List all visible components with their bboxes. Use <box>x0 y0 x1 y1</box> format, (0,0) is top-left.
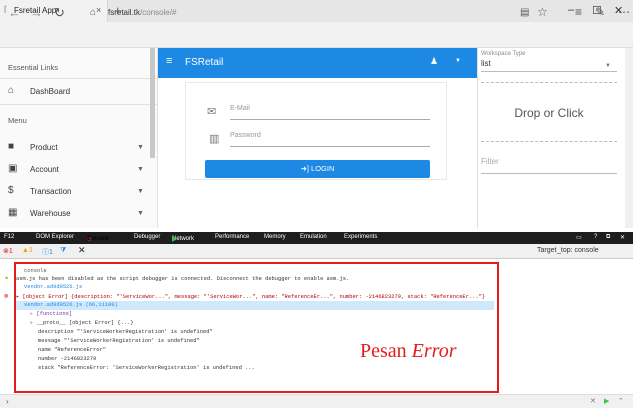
warehouse-icon: ▦ <box>8 207 18 218</box>
sidebar-item-warehouse[interactable]: Warehouse <box>30 209 71 218</box>
run-icon[interactable]: ▶ <box>604 397 609 405</box>
sidebar-scrollbar[interactable] <box>150 48 155 158</box>
dollar-icon: $ <box>8 185 14 196</box>
brand-title: FSRetail <box>185 57 224 68</box>
chevron-down-icon[interactable]: ▼ <box>137 144 144 151</box>
undock-icon[interactable]: ⧉ <box>606 234 610 241</box>
tab-dom-explorer[interactable]: DOM Explorer <box>36 234 74 240</box>
sidebar <box>0 48 158 228</box>
favorite-icon[interactable]: ☆ <box>537 5 548 19</box>
expand-icon[interactable]: ⌃ <box>618 397 624 405</box>
dock-icon[interactable]: ▭ <box>576 234 582 241</box>
warning-filter[interactable]: ▲1 <box>22 247 33 254</box>
email-icon: ✉ <box>207 106 217 118</box>
address-bar <box>0 22 633 48</box>
devtools-tab-bar: F12 DOM Explorer Console ⊗ 1 Debugger Net… <box>0 232 633 244</box>
forward-icon[interactable]: → <box>30 5 43 20</box>
lock-icon: ▥ <box>209 133 220 145</box>
url-path: /console/# <box>140 8 177 17</box>
console-input-bar[interactable]: › ✕ ▶ ⌃ <box>0 394 633 408</box>
console-toolbar: ⊗1 ▲1 ⓘ1 ⧩ ✕ Target _top: console <box>0 244 633 259</box>
back-icon[interactable]: ← <box>8 5 21 20</box>
warning-icon: ▲ <box>5 275 9 281</box>
tab-debugger[interactable]: Debugger <box>134 234 160 240</box>
target-label: Target <box>537 247 557 254</box>
home-icon: ⌂ <box>8 85 15 96</box>
lock-icon: ⌂ <box>90 7 97 18</box>
login-icon: ➜] <box>300 164 312 173</box>
tab-memory[interactable]: Memory <box>264 234 286 240</box>
clear-input-icon[interactable]: ✕ <box>590 397 596 405</box>
annotation-label: Pesan Error <box>360 340 457 363</box>
chevron-down-icon[interactable]: ▼ <box>137 188 144 195</box>
workspace-type-select[interactable]: list <box>481 59 491 68</box>
help-icon[interactable]: ? <box>594 234 597 240</box>
chevron-down-icon[interactable]: ▼ <box>137 166 144 173</box>
account-box-icon: ▣ <box>8 163 18 174</box>
sidebar-item-dashboard[interactable]: DashBoard <box>30 87 70 96</box>
drop-zone[interactable]: Drop or Click <box>481 82 617 142</box>
tab-emulation[interactable]: Emulation <box>300 234 327 240</box>
error-icon: ⊗ <box>4 293 9 301</box>
prompt-icon: › <box>6 397 9 406</box>
page-icon: ⌈ <box>4 5 8 14</box>
menu-header: Menu <box>8 116 27 125</box>
close-devtools-icon[interactable]: ✕ <box>620 234 625 241</box>
error-filter[interactable]: ⊗1 <box>3 247 13 255</box>
hamburger-menu-icon[interactable]: ≡ <box>166 55 172 67</box>
reading-view-icon[interactable]: ▤ <box>520 7 529 18</box>
sidebar-header: Essential Links <box>8 63 59 72</box>
tab-close-icon[interactable]: × <box>96 5 101 15</box>
user-icon[interactable]: ♟ <box>430 56 438 67</box>
tab-f12: F12 <box>4 234 15 240</box>
annotation-prefix: Pesan <box>360 340 412 362</box>
chevron-down-icon[interactable]: ▼ <box>605 63 611 69</box>
more-icon[interactable]: ⋯ <box>618 5 630 19</box>
sidebar-item-product[interactable]: Product <box>30 143 58 152</box>
refresh-icon[interactable]: ↻ <box>54 5 65 21</box>
sidebar-divider <box>0 104 157 105</box>
tab-experiments[interactable]: Experiments <box>344 234 377 240</box>
chevron-down-icon[interactable]: ▼ <box>137 210 144 217</box>
sidebar-divider <box>0 78 157 79</box>
filter-icon[interactable]: ⧩ <box>60 247 66 255</box>
filter-input[interactable]: Filter <box>481 150 617 174</box>
error-highlight-box <box>14 262 499 393</box>
email-field[interactable]: E-Mail <box>230 104 430 120</box>
workspace-underline <box>481 71 617 72</box>
clear-console-icon[interactable]: ✕ <box>78 245 86 256</box>
url-field[interactable]: fsretail.tk/console/# <box>108 8 176 17</box>
url-host: fsretail.tk <box>108 8 141 17</box>
sidebar-item-transaction[interactable]: Transaction <box>30 187 72 196</box>
target-select[interactable]: _top: console <box>557 247 599 254</box>
minimize-button[interactable]: – <box>568 4 574 16</box>
sidebar-item-account[interactable]: Account <box>30 165 59 174</box>
folder-icon: ■ <box>8 141 15 152</box>
note-icon[interactable]: ✎ <box>595 5 605 19</box>
tab-performance[interactable]: Performance <box>215 234 249 240</box>
workspace-type-label: Workspace Type <box>481 51 526 57</box>
password-field[interactable]: Password <box>230 131 430 147</box>
login-button[interactable]: ➜] LOGIN <box>205 160 430 178</box>
user-dropdown-icon[interactable]: ▼ <box>455 58 461 64</box>
annotation-emphasis: Error <box>411 340 457 362</box>
login-button-label: LOGIN <box>311 164 335 173</box>
hub-icon[interactable]: ≡ <box>575 5 582 19</box>
info-filter[interactable]: ⓘ1 <box>42 247 53 257</box>
page-scrollbar[interactable] <box>625 48 633 228</box>
